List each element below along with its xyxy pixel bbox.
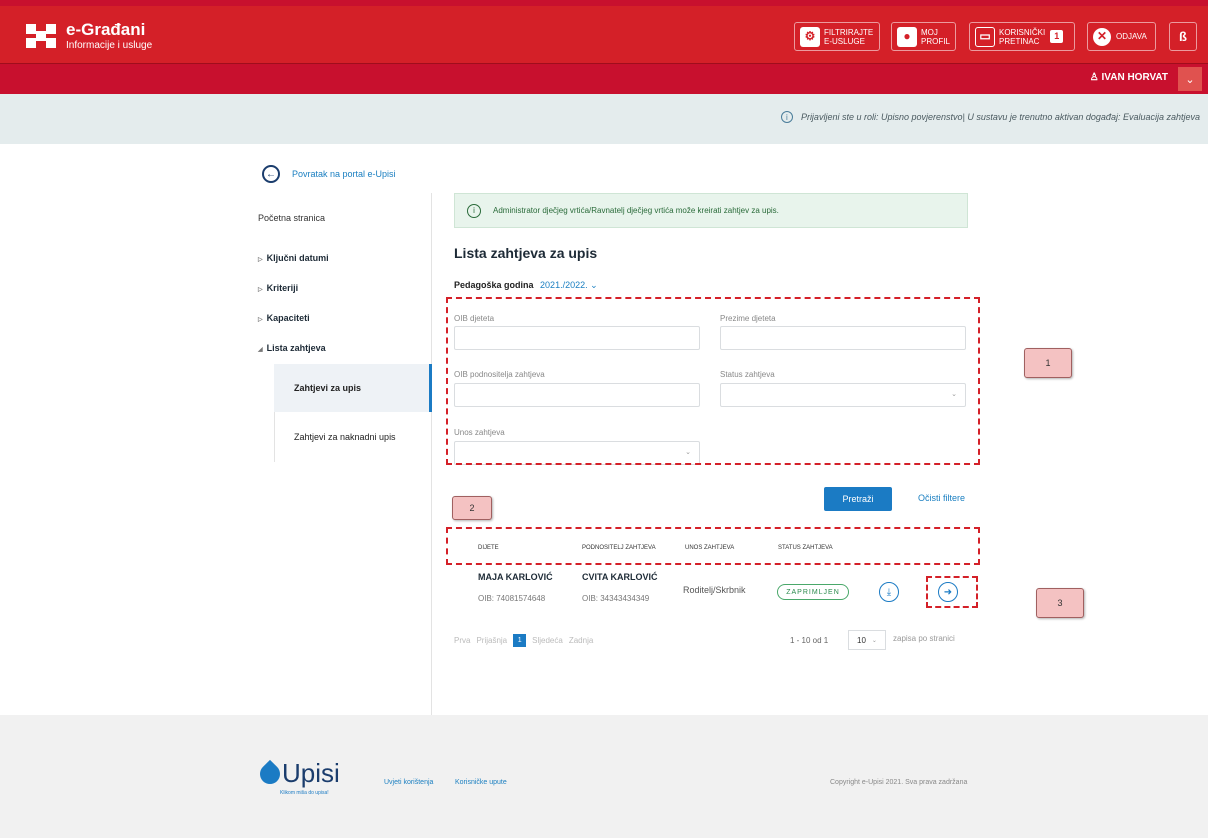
- sidebar-item-late-enrollment-requests[interactable]: Zahtjevi za naknadni upis: [274, 413, 432, 461]
- sidebar-item-label: Kriteriji: [266, 283, 299, 293]
- pager-current[interactable]: 1: [513, 634, 527, 647]
- sidebar-item-criteria[interactable]: ▷ Kriteriji: [258, 283, 298, 293]
- chevron-right-icon: ▷: [258, 317, 263, 323]
- info-icon: i: [467, 203, 481, 218]
- back-link-label: Povratak na portal e-Upisi: [292, 169, 396, 179]
- column-header-status: STATUS ZAHTJEVA: [778, 545, 833, 551]
- sidebar-item-home[interactable]: Početna stranica: [258, 213, 325, 223]
- copyright: Copyright e-Upisi 2021. Sva prava zadrža…: [830, 779, 968, 786]
- upisi-logo-icon: [255, 759, 285, 788]
- chevron-down-icon[interactable]: ⌄: [1178, 67, 1202, 91]
- pager-info: 1 - 10 od 1: [790, 636, 829, 645]
- footer: [0, 715, 1208, 838]
- role-info-text: i Prijavljeni ste u roli: Upisno povjere…: [780, 111, 1200, 123]
- user-name: IVAN HORVAT: [1101, 72, 1168, 83]
- child-name: MAJA KARLOVIĆ: [478, 572, 553, 582]
- logout-button[interactable]: ✕ ODJAVA: [1087, 22, 1156, 51]
- user-icon: ♙: [1089, 72, 1102, 83]
- inbox-icon: ▭: [975, 26, 995, 47]
- chevron-down-icon: ⌄: [590, 280, 598, 290]
- search-button[interactable]: Pretraži: [824, 487, 892, 511]
- callout-2: 2: [452, 496, 492, 520]
- per-page-value: 10: [857, 635, 866, 645]
- download-icon[interactable]: ⤓: [879, 582, 899, 602]
- column-header-applicant: PODNOSITELJ ZAHTJEVA: [582, 545, 656, 551]
- annotation-box-filters: [446, 297, 980, 465]
- applicant-oib: OIB: 34343434349: [582, 594, 650, 603]
- upisi-logo-text: Upisi: [282, 758, 340, 788]
- profile-icon: ●: [897, 26, 917, 47]
- pager-last[interactable]: Zadnja: [569, 636, 593, 645]
- inbox-label-1: KORISNIČKI: [999, 27, 1046, 37]
- sidebar-item-capacities[interactable]: ▷ Kapaciteti: [258, 313, 310, 323]
- per-page-select[interactable]: 10 ⌄: [848, 630, 886, 650]
- page-title: Lista zahtjeva za upis: [454, 245, 598, 261]
- filter-services-button[interactable]: ⚙ FILTRIRAJTE E-USLUGE: [794, 22, 880, 51]
- brand-subtitle: Informacije i usluge: [66, 40, 153, 51]
- role-info-message: Prijavljeni ste u roli: Upisno povjerens…: [800, 112, 1200, 122]
- sidebar-item-request-list[interactable]: ◢ Lista zahtjeva: [258, 343, 326, 353]
- filter-label-2: E-USLUGE: [824, 36, 865, 46]
- user-inbox-button[interactable]: ▭ KORISNIČKI PRETINAC 1: [969, 22, 1075, 51]
- per-page-label: zapisa po stranici: [893, 634, 955, 643]
- pager-next[interactable]: Sljedeća: [532, 636, 563, 645]
- alert-text: Administrator dječjeg vrtića/Ravnatelj d…: [493, 206, 779, 215]
- sidebar-item-label: Ključni datumi: [266, 253, 329, 263]
- arrow-left-icon: ←: [262, 165, 280, 183]
- status-badge: ZAPRIMLJEN: [777, 584, 849, 600]
- school-year-value-text: 2021./2022.: [540, 280, 588, 290]
- filter-icon: ⚙: [800, 26, 820, 47]
- info-alert: i Administrator dječjeg vrtića/Ravnatelj…: [454, 193, 968, 228]
- info-icon: i: [780, 111, 793, 123]
- chevron-right-icon: ▷: [258, 257, 263, 263]
- applicant-name: CVITA KARLOVIĆ: [582, 572, 658, 582]
- footer-tagline: Klikom miša do upisa!: [280, 790, 329, 796]
- brand-title[interactable]: e-Građani: [66, 20, 145, 40]
- profile-label-2: PROFIL: [921, 36, 950, 46]
- role-info-bar: i Prijavljeni ste u roli: Upisno povjere…: [0, 94, 1208, 144]
- pagination: Prva Prijašnja 1 Sljedeća Zadnja: [454, 634, 599, 647]
- sidebar-item-key-dates[interactable]: ▷ Ključni datumi: [258, 253, 329, 263]
- entry-type: Roditelj/Skrbnik: [683, 585, 746, 595]
- gov-logo-icon[interactable]: [26, 24, 56, 48]
- school-year-value[interactable]: 2021./2022. ⌄: [540, 280, 598, 290]
- column-header-child: DIJETE: [478, 545, 499, 551]
- language-button[interactable]: ß: [1169, 22, 1197, 51]
- annotation-box-action: [926, 576, 978, 608]
- sidebar: Početna stranica ▷ Ključni datumi ▷ Kriter…: [242, 193, 432, 715]
- sidebar-item-label: Lista zahtjeva: [266, 343, 326, 353]
- user-menu[interactable]: ♙ IVAN HORVAT: [1090, 72, 1168, 83]
- child-oib: OIB: 74081574648: [478, 594, 546, 603]
- user-manual-link[interactable]: Korisničke upute: [455, 779, 507, 786]
- header-main-bar: e-Građani Informacije i usluge ⚙ FILTRIR…: [0, 6, 1208, 64]
- column-header-entry: UNOS ZAHTJEVA: [685, 545, 735, 551]
- school-year-selector[interactable]: Pedagoška godina 2021./2022. ⌄: [454, 280, 598, 291]
- inbox-count-badge: 1: [1050, 30, 1064, 43]
- chevron-down-icon: ◢: [258, 347, 263, 353]
- sidebar-item-label: Kapaciteti: [266, 313, 310, 323]
- chevron-right-icon: ▷: [258, 287, 263, 293]
- sidebar-item-enrollment-requests[interactable]: Zahtjevi za upis: [274, 364, 432, 412]
- terms-link[interactable]: Uvjeti korištenja: [384, 779, 433, 786]
- clear-filters-link[interactable]: Očisti filtere: [918, 493, 965, 503]
- pager-first[interactable]: Prva: [454, 636, 470, 645]
- profile-label-1: MOJ: [921, 27, 938, 37]
- header-user-bar: [0, 65, 1208, 94]
- chevron-down-icon: ⌄: [871, 637, 877, 644]
- upisi-logo[interactable]: Upisi: [255, 758, 340, 789]
- school-year-label: Pedagoška godina: [454, 280, 534, 290]
- callout-3: 3: [1036, 588, 1084, 618]
- logout-label: ODJAVA: [1116, 32, 1147, 41]
- close-icon: ✕: [1093, 27, 1111, 46]
- inbox-label-2: PRETINAC: [999, 36, 1040, 46]
- callout-1: 1: [1024, 348, 1072, 378]
- my-profile-button[interactable]: ● MOJ PROFIL: [891, 22, 956, 51]
- back-to-portal-link[interactable]: ← Povratak na portal e-Upisi: [262, 165, 396, 183]
- filter-label-1: FILTRIRAJTE: [824, 27, 874, 37]
- pager-prev[interactable]: Prijašnja: [476, 636, 507, 645]
